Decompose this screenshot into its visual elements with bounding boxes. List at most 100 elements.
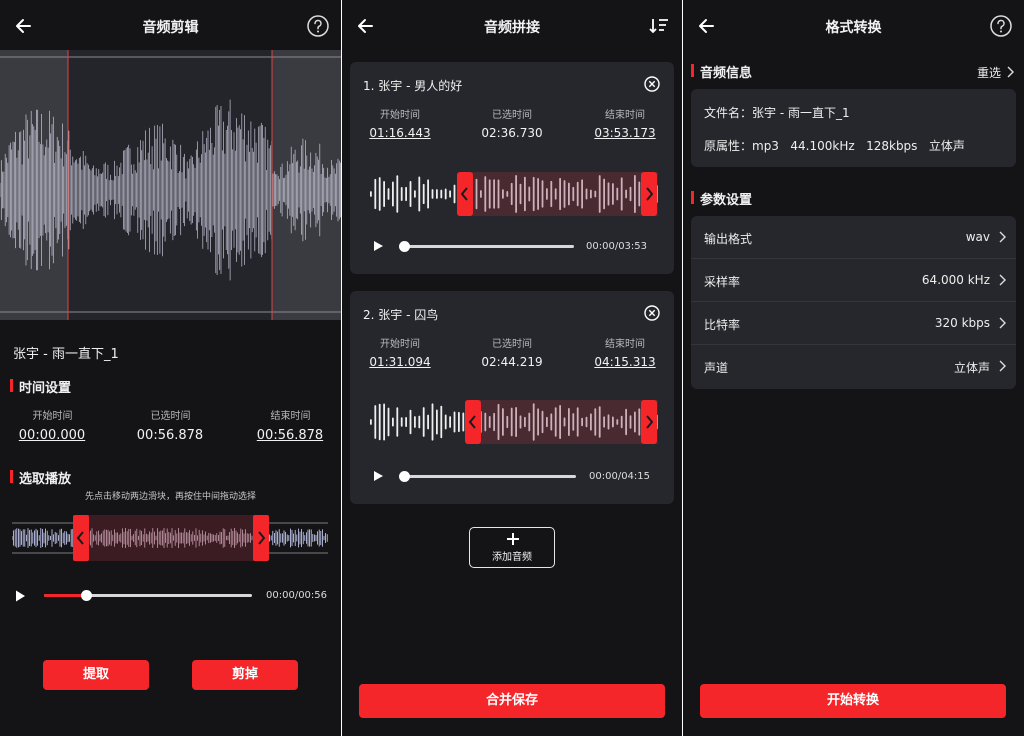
progress-bar[interactable] [399, 241, 574, 252]
close-circle-icon[interactable] [643, 75, 661, 93]
audio-merge-panel: 音频拼接 1. 张宇 - 男人的好 开始时间 已选时间 结束时间 01:16.4… [342, 0, 682, 736]
selected-time-label: 已选时间 [492, 339, 532, 350]
selected-time-label: 已选时间 [150, 411, 191, 422]
right-handle[interactable] [641, 400, 657, 444]
chevron-right-icon [646, 415, 654, 429]
start-time-value[interactable]: 00:00.000 [8, 428, 96, 443]
add-audio-button[interactable]: 添加音频 [469, 527, 555, 568]
track-waveform[interactable] [368, 172, 658, 216]
header: 音频拼接 [342, 0, 682, 52]
track-card-2: 2. 张宇 - 囚鸟 开始时间 已选时间 结束时间 01:31.094 02:4… [350, 291, 674, 504]
cut-button[interactable]: 剪掉 [192, 660, 298, 690]
end-time-value[interactable]: 00:56.878 [246, 428, 334, 443]
track-waveform[interactable] [368, 400, 658, 444]
left-handle[interactable] [457, 172, 473, 216]
page-title: 音频拼接 [484, 20, 540, 36]
chevron-right-icon [258, 531, 266, 545]
channel-value: 立体声 [953, 361, 990, 375]
extract-button[interactable]: 提取 [43, 660, 149, 690]
play-icon[interactable] [372, 240, 384, 252]
progress-fill [44, 594, 86, 597]
header: 音频剪辑 [0, 0, 341, 52]
start-time-label: 开始时间 [380, 110, 420, 121]
bit-rate-row[interactable]: 比特率 320 kbps [691, 302, 1016, 345]
right-handle[interactable] [641, 172, 657, 216]
audio-info-card: 文件名：张宇 - 雨一直下_1 原属性：mp3 44.100kHz 128kbp… [691, 89, 1016, 167]
progress-bar[interactable] [44, 590, 252, 601]
close-circle-icon[interactable] [643, 304, 661, 322]
waveform-editor[interactable] [0, 50, 341, 320]
sort-icon[interactable] [646, 13, 672, 39]
time-settings-title: 时间设置 [10, 377, 71, 396]
play-icon[interactable] [372, 470, 384, 482]
param-settings-title: 参数设置 [691, 189, 752, 208]
play-time: 00:00/03:53 [586, 241, 648, 252]
start-time-label: 开始时间 [380, 339, 420, 350]
merge-save-button[interactable]: 合并保存 [359, 684, 665, 718]
chevron-right-icon [999, 317, 1006, 329]
help-icon[interactable] [305, 13, 331, 39]
header: 格式转换 [683, 0, 1024, 52]
start-time-value[interactable]: 01:31.094 [355, 355, 445, 369]
chevron-right-icon [646, 187, 654, 201]
waveform-graphic [0, 50, 341, 320]
add-audio-label: 添加音频 [492, 552, 532, 563]
output-format-row[interactable]: 输出格式 wav [691, 216, 1016, 259]
play-time: 00:00/04:15 [589, 471, 651, 482]
selection-waveform[interactable] [11, 515, 328, 561]
selection-waveform-graphic [11, 515, 328, 561]
page-title: 音频剪辑 [142, 20, 199, 36]
original-properties: 原属性：mp3 44.100kHz 128kbps 立体声 [704, 139, 965, 153]
end-time-label: 结束时间 [605, 339, 645, 350]
left-handle[interactable] [465, 400, 481, 444]
selected-time-label: 已选时间 [492, 110, 532, 121]
help-icon[interactable] [988, 13, 1014, 39]
track-card-1: 1. 张宇 - 男人的好 开始时间 已选时间 结束时间 01:16.443 02… [350, 62, 674, 274]
end-time-label: 结束时间 [270, 411, 311, 422]
chevron-right-icon [999, 231, 1006, 243]
chevron-right-icon [999, 274, 1006, 286]
progress-knob[interactable] [399, 241, 410, 252]
selected-time-value: 02:44.219 [481, 355, 543, 369]
progress-knob[interactable] [80, 590, 92, 601]
channel-label: 声道 [704, 361, 729, 375]
reselect-button[interactable]: 重选 [977, 62, 1015, 81]
chevron-left-icon [460, 187, 468, 201]
selected-time-value: 02:36.730 [481, 126, 543, 140]
page-title: 格式转换 [825, 20, 882, 36]
sample-rate-value: 64.000 kHz [921, 273, 990, 287]
file-name: 文件名：张宇 - 雨一直下_1 [704, 106, 850, 120]
audio-cut-panel: 音频剪辑 张宇 - 雨一直下_1 时间设置 开始时间 已选时间 结束时间 00:… [0, 0, 341, 736]
bit-rate-label: 比特率 [704, 318, 741, 332]
play-icon[interactable] [13, 589, 27, 603]
start-time-value[interactable]: 01:16.443 [355, 126, 445, 140]
track-waveform-graphic [370, 400, 658, 444]
sample-rate-row[interactable]: 采样率 64.000 kHz [691, 259, 1016, 302]
end-time-value[interactable]: 04:15.313 [580, 355, 670, 369]
chevron-left-icon [76, 531, 84, 545]
param-settings-card: 输出格式 wav 采样率 64.000 kHz 比特率 320 kbps 声道 … [691, 216, 1016, 389]
left-handle[interactable] [73, 515, 89, 561]
end-time-value[interactable]: 03:53.173 [580, 126, 670, 140]
right-handle[interactable] [253, 515, 269, 561]
output-format-value: wav [965, 230, 990, 244]
bit-rate-value: 320 kbps [934, 316, 990, 330]
progress-bar[interactable] [399, 471, 576, 482]
track-title: 1. 张宇 - 男人的好 [363, 79, 463, 93]
play-selection-title: 选取播放 [10, 468, 71, 487]
progress-knob[interactable] [399, 471, 410, 482]
start-convert-button[interactable]: 开始转换 [700, 684, 1006, 718]
output-format-label: 输出格式 [704, 232, 753, 246]
audio-info-title: 音频信息 [691, 62, 752, 81]
chevron-left-icon [468, 415, 476, 429]
channel-row[interactable]: 声道 立体声 [691, 345, 1016, 388]
play-time: 00:00/00:56 [266, 590, 328, 601]
plus-icon [507, 533, 519, 545]
track-title: 2. 张宇 - 囚鸟 [363, 308, 439, 322]
selected-time-value: 00:56.878 [136, 428, 204, 443]
reselect-label: 重选 [977, 66, 1002, 80]
start-time-label: 开始时间 [32, 411, 73, 422]
track-waveform-graphic [370, 172, 658, 216]
format-convert-panel: 格式转换 音频信息 重选 文件名：张宇 - 雨一直下_1 原属性：mp3 44.… [683, 0, 1024, 736]
chevron-right-icon [999, 360, 1006, 372]
